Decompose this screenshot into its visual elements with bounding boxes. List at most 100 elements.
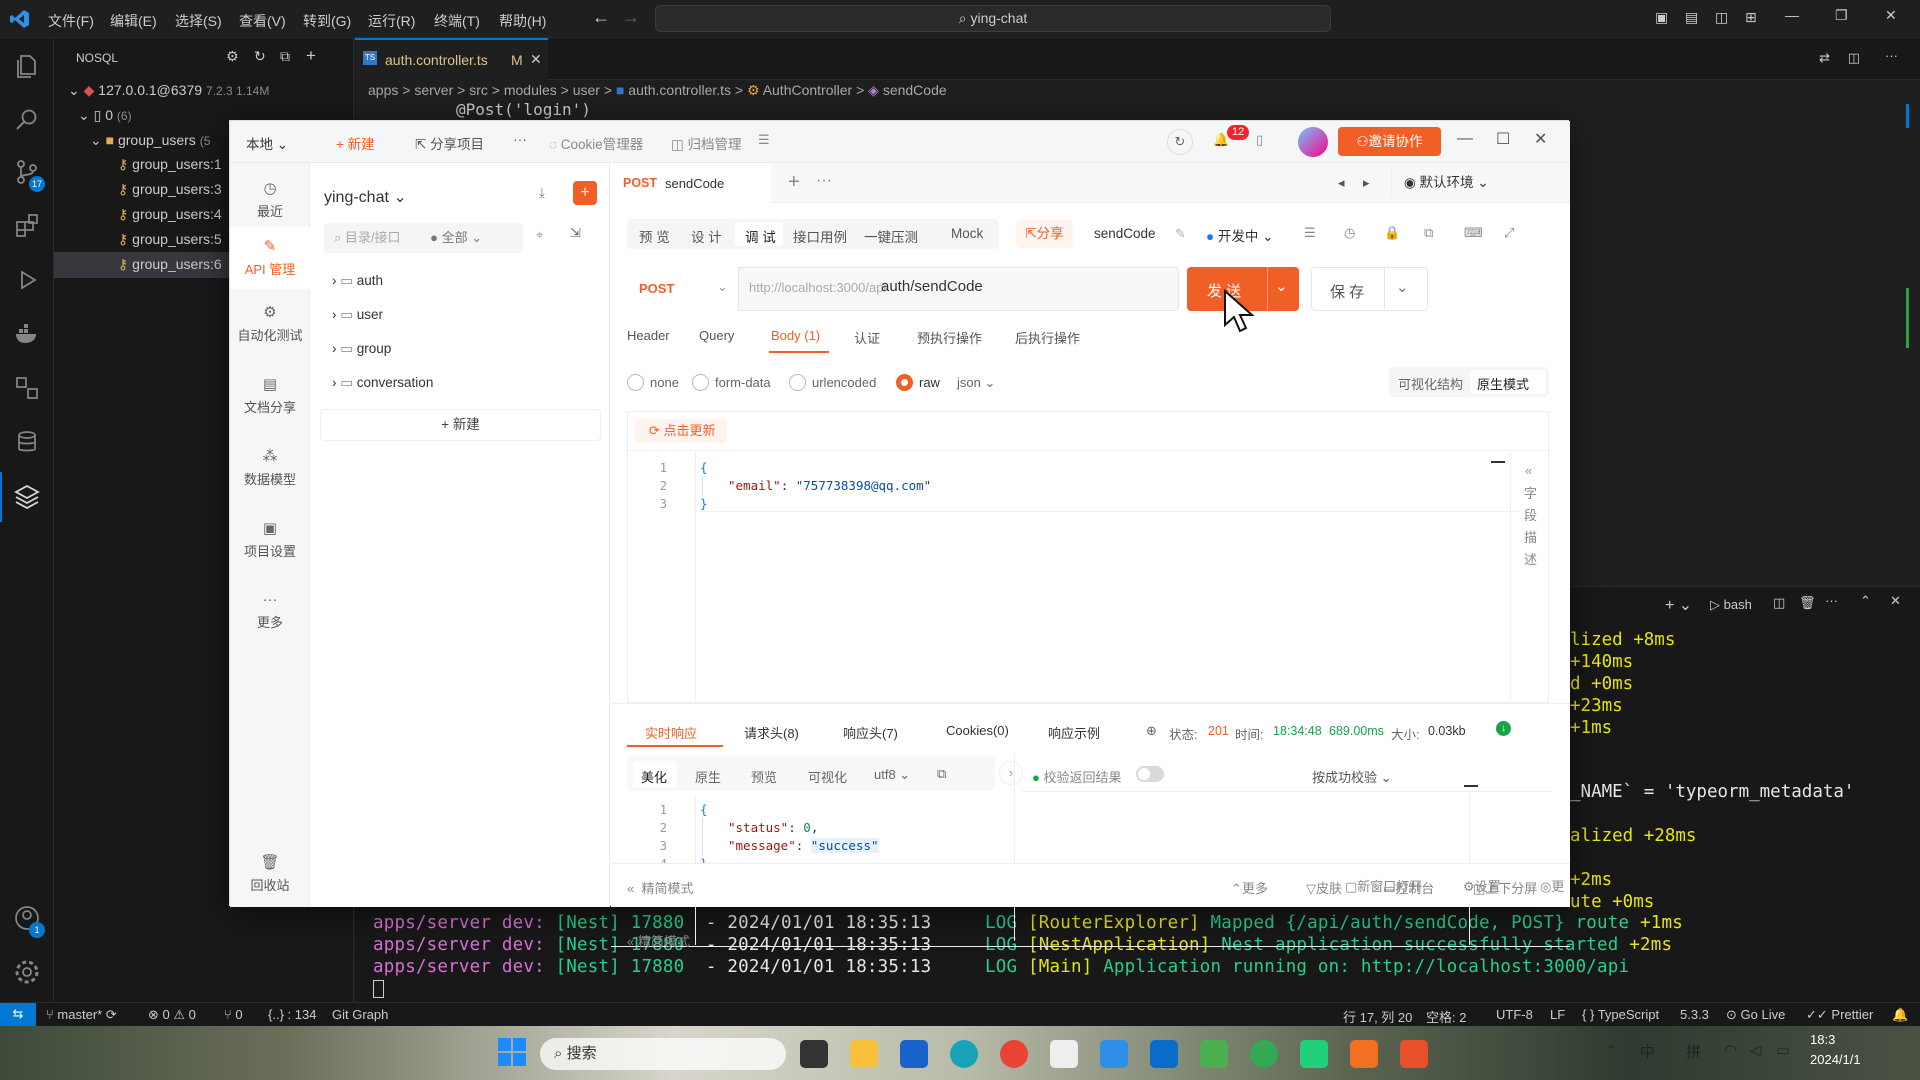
- nav-project-settings[interactable]: ▣ 项目设置: [230, 519, 310, 560]
- param-tab-auth[interactable]: 认证: [854, 328, 880, 347]
- prev-tab-icon[interactable]: ◂: [1338, 175, 1345, 191]
- problems-status[interactable]: ⊗ 0 ⚠ 0: [148, 1007, 196, 1023]
- method-select[interactable]: POST ⌄: [627, 267, 739, 311]
- crumb[interactable]: apps: [368, 82, 398, 98]
- expand-left-icon[interactable]: «: [1525, 463, 1532, 478]
- settings-gear-icon[interactable]: [13, 958, 41, 986]
- docker-icon[interactable]: [13, 320, 41, 348]
- menu-help[interactable]: 帮助(H): [499, 11, 546, 31]
- split-terminal-icon[interactable]: ◫: [1773, 595, 1785, 611]
- refresh-icon[interactable]: ↻: [254, 48, 266, 65]
- body-type-urlencoded[interactable]: urlencoded: [812, 375, 876, 390]
- tray-up-icon[interactable]: ⌃: [1605, 1042, 1618, 1060]
- resp-tab-req-headers[interactable]: 请求头(8): [744, 723, 799, 742]
- store-icon[interactable]: [900, 1040, 928, 1068]
- send-dropdown-icon[interactable]: ⌄: [1275, 277, 1288, 295]
- app-icon[interactable]: [1200, 1040, 1228, 1068]
- battery-icon[interactable]: ▭: [1776, 1041, 1790, 1059]
- trash-icon[interactable]: 🗑: [1799, 595, 1816, 611]
- nav-recycle-bin[interactable]: 🗑 回收站: [230, 853, 310, 894]
- next-tab-icon[interactable]: ▸: [1363, 175, 1370, 191]
- resp-tab-cookies[interactable]: Cookies(0): [946, 723, 1009, 738]
- footer-more[interactable]: ⌃更多: [1231, 878, 1268, 897]
- path-input[interactable]: auth/sendCode: [881, 278, 983, 295]
- menu-selection[interactable]: 选择(S): [175, 11, 222, 31]
- close-icon[interactable]: ✕: [1885, 7, 1897, 24]
- toc-icon[interactable]: ☰: [1304, 225, 1316, 241]
- key-item[interactable]: ⚷ group_users:1: [118, 156, 222, 173]
- maximize-panel-icon[interactable]: ⌃: [1860, 593, 1871, 609]
- crumb[interactable]: auth.controller.ts: [628, 82, 731, 98]
- window-minimize-icon[interactable]: —: [1457, 130, 1473, 148]
- menu-view[interactable]: 查看(V): [239, 11, 286, 31]
- archive-button[interactable]: ◫ 归档管理: [671, 133, 742, 153]
- param-tab-body[interactable]: Body (1): [771, 328, 820, 343]
- windows-start-icon[interactable]: [498, 1038, 526, 1066]
- db-item[interactable]: ⌄ ▯ 0 (6): [78, 107, 132, 124]
- locate-icon[interactable]: ⌖: [536, 227, 543, 243]
- doc-icon[interactable]: ▯: [1256, 132, 1263, 148]
- editor-tab-auth-controller[interactable]: TS auth.controller.ts M ✕: [355, 38, 548, 80]
- close-panel-icon[interactable]: ✕: [1890, 593, 1901, 609]
- copy-icon[interactable]: ⧉: [1424, 225, 1433, 241]
- database-icon[interactable]: [13, 428, 41, 456]
- panel-icon[interactable]: ▤: [1685, 9, 1698, 26]
- import-icon[interactable]: ⤓: [539, 185, 545, 201]
- param-tab-post[interactable]: 后执行操作: [1015, 328, 1080, 347]
- run-debug-icon[interactable]: [13, 266, 41, 294]
- radio-urlencoded[interactable]: [789, 374, 806, 391]
- ime-mode[interactable]: 拼: [1686, 1041, 1701, 1062]
- mode-tab-preview[interactable]: 预 览: [639, 226, 670, 246]
- mode-tab-design[interactable]: 设 计: [691, 226, 722, 246]
- command-center-search[interactable]: ⌕ ying-chat: [655, 5, 1331, 32]
- nav-more[interactable]: ··· 更多: [230, 591, 310, 631]
- forward-arrow-icon[interactable]: →: [622, 7, 640, 28]
- invite-collaborate-button[interactable]: ⚇邀请协作: [1338, 127, 1441, 156]
- collapse-icon[interactable]: ☰: [758, 132, 770, 148]
- body-type-form-data[interactable]: form-data: [715, 375, 771, 390]
- user-avatar[interactable]: [1298, 127, 1328, 157]
- braces-status[interactable]: {..} : 134: [268, 1007, 316, 1022]
- tab-more-icon[interactable]: ···: [816, 172, 832, 190]
- endpoint-name[interactable]: sendCode: [1094, 226, 1156, 241]
- compare-icon[interactable]: ⇄: [1819, 50, 1830, 66]
- prettier-status[interactable]: ✓✓ Prettier: [1806, 1007, 1873, 1023]
- format-select[interactable]: json ⌄: [957, 375, 995, 391]
- app-icon[interactable]: [1150, 1040, 1178, 1068]
- cookie-manager-button[interactable]: ◌ Cookie管理器: [549, 133, 643, 153]
- indent-status[interactable]: 空格: 2: [1426, 1007, 1466, 1026]
- ime-indicator[interactable]: 中: [1640, 1041, 1655, 1062]
- nav-api-management[interactable]: ✎ API 管理: [230, 227, 310, 289]
- collapse-all-icon[interactable]: ⇲: [570, 225, 581, 241]
- footer-overflow[interactable]: ◎更: [1540, 876, 1564, 895]
- copy-response-icon[interactable]: ⧉: [937, 766, 946, 782]
- gear-icon[interactable]: ⚙: [226, 48, 239, 65]
- radio-raw-selected[interactable]: [896, 374, 913, 391]
- wifi-icon[interactable]: ◠: [1724, 1041, 1737, 1059]
- body-json-line[interactable]: "email": "757738398@qq.com": [728, 478, 931, 493]
- request-tab[interactable]: POST sendCode: [611, 163, 771, 203]
- crumb[interactable]: sendCode: [883, 82, 947, 98]
- crumb[interactable]: server: [414, 82, 453, 98]
- menu-edit[interactable]: 编辑(E): [110, 11, 157, 31]
- status-select[interactable]: ● 开发中 ⌄: [1206, 225, 1273, 245]
- split-icon[interactable]: ◫: [1715, 9, 1728, 26]
- git-graph-status[interactable]: Git Graph: [332, 1007, 388, 1022]
- chrome-dev-icon[interactable]: [1250, 1040, 1278, 1068]
- ts-version[interactable]: 5.3.3: [1680, 1007, 1709, 1022]
- save-button[interactable]: 保 存 ⌄: [1311, 267, 1428, 311]
- share-project-button[interactable]: ⇱ 分享项目: [415, 133, 484, 153]
- validate-switch[interactable]: [1136, 766, 1164, 782]
- footer-new-window[interactable]: ▢新窗口打开: [1345, 876, 1422, 895]
- collapse-icon[interactable]: ⧉: [280, 48, 290, 65]
- menu-file[interactable]: 文件(F): [48, 11, 94, 31]
- nav-doc-share[interactable]: ▤ 文档分享: [230, 375, 310, 416]
- folder-user[interactable]: › ▭ user: [332, 307, 383, 323]
- menu-go[interactable]: 转到(G): [303, 11, 351, 31]
- lock-icon[interactable]: 🔒: [1384, 225, 1400, 241]
- add-connection-icon[interactable]: +: [306, 46, 316, 66]
- radio-none[interactable]: [627, 374, 644, 391]
- mode-tab-cases[interactable]: 接口用例: [793, 226, 847, 246]
- new-terminal-icon[interactable]: + ⌄: [1665, 595, 1692, 615]
- edge-icon[interactable]: [950, 1040, 978, 1068]
